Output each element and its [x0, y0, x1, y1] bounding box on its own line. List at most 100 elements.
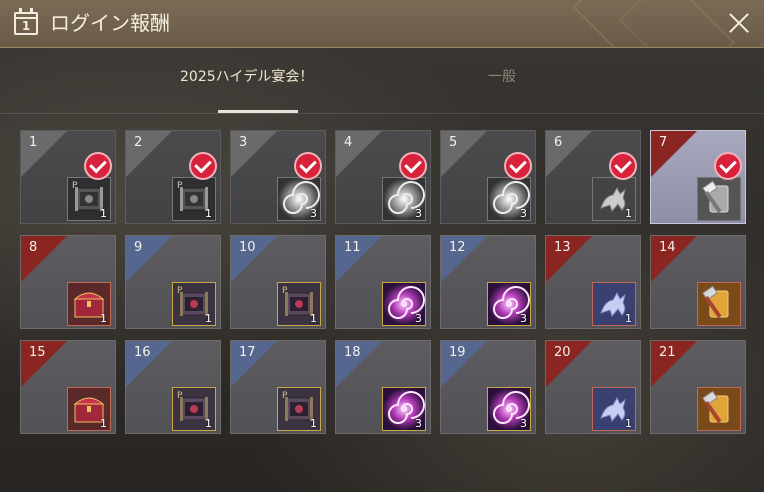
item-quantity: 1 — [100, 312, 107, 325]
spiral-orb-icon[interactable]: 3 — [487, 387, 531, 431]
day-corner-ribbon — [441, 131, 487, 177]
item-quantity: 3 — [415, 312, 422, 325]
item-quantity: 1 — [625, 417, 632, 430]
reward-day-16[interactable]: 16 P 1 — [125, 340, 221, 434]
item-quantity: 1 — [310, 417, 317, 430]
day-number: 4 — [344, 135, 353, 150]
item-quantity: 3 — [520, 312, 527, 325]
reward-day-4[interactable]: 43 — [335, 130, 431, 224]
reward-day-13[interactable]: 13 1 — [545, 235, 641, 329]
pegasus-icon[interactable]: 1 — [592, 387, 636, 431]
treasure-chest-icon[interactable]: 1 — [67, 282, 111, 326]
reward-day-18[interactable]: 18 3 — [335, 340, 431, 434]
item-quantity: 1 — [310, 312, 317, 325]
day-corner-ribbon — [126, 236, 172, 282]
day-number: 8 — [29, 240, 38, 255]
item-quantity: 1 — [100, 417, 107, 430]
calendar-icon: 1 — [14, 8, 38, 35]
day-number: 11 — [344, 240, 361, 255]
day-number: 6 — [554, 135, 563, 150]
tab-hiedel-banquet[interactable]: 2025ハイデル宴会！ — [180, 48, 340, 112]
day-number: 16 — [134, 345, 151, 360]
claimed-check-icon — [399, 152, 427, 180]
scroll-icon[interactable]: P1 — [172, 177, 216, 221]
day-corner-ribbon — [231, 131, 277, 177]
treasure-chest-icon[interactable]: 1 — [67, 387, 111, 431]
day-number: 20 — [554, 345, 571, 360]
day-corner-ribbon — [546, 131, 592, 177]
day-number: 17 — [239, 345, 256, 360]
reward-day-7[interactable]: 7 — [650, 130, 746, 224]
reward-day-15[interactable]: 15 1 — [20, 340, 116, 434]
day-corner-ribbon — [336, 131, 382, 177]
reward-day-9[interactable]: 9P1 — [125, 235, 221, 329]
svg-text:P: P — [282, 391, 288, 401]
calendar-ring — [30, 8, 33, 14]
day-corner-ribbon — [21, 236, 67, 282]
title-bar: 1 ログイン報酬 — [0, 0, 764, 48]
spiral-orb-icon[interactable]: 3 — [382, 282, 426, 326]
day-number: 10 — [239, 240, 256, 255]
reward-day-20[interactable]: 20 1 — [545, 340, 641, 434]
login-reward-window: 1 ログイン報酬 2025ハイデル宴会！ 一般 1P12P13343536178… — [0, 0, 764, 492]
scroll-icon[interactable]: P1 — [277, 387, 321, 431]
reward-day-5[interactable]: 53 — [440, 130, 536, 224]
reward-day-14[interactable]: 14 — [650, 235, 746, 329]
window-title: ログイン報酬 — [50, 11, 170, 35]
day-number: 5 — [449, 135, 458, 150]
day-number: 13 — [554, 240, 571, 255]
tab-general[interactable]: 一般 — [488, 48, 528, 112]
day-number: 15 — [29, 345, 46, 360]
day-number: 12 — [449, 240, 466, 255]
reward-day-17[interactable]: 17 P 1 — [230, 340, 326, 434]
reward-day-2[interactable]: 2 P1 — [125, 130, 221, 224]
reward-day-3[interactable]: 33 — [230, 130, 326, 224]
hammer-scroll-icon[interactable] — [697, 282, 741, 326]
svg-text:P: P — [177, 181, 183, 191]
item-quantity: 1 — [205, 417, 212, 430]
reward-day-21[interactable]: 21 — [650, 340, 746, 434]
hammer-scroll-icon[interactable] — [697, 177, 741, 221]
claimed-check-icon — [84, 152, 112, 180]
day-number: 9 — [134, 240, 143, 255]
day-number: 7 — [659, 135, 668, 150]
spiral-orb-icon[interactable]: 3 — [382, 177, 426, 221]
claimed-check-icon — [294, 152, 322, 180]
spiral-orb-icon[interactable]: 3 — [382, 387, 426, 431]
svg-text:P: P — [282, 286, 288, 296]
day-number: 21 — [659, 345, 676, 360]
svg-text:P: P — [177, 391, 183, 401]
scroll-icon[interactable]: P1 — [67, 177, 111, 221]
pegasus-icon[interactable]: 1 — [592, 282, 636, 326]
reward-day-10[interactable]: 10 P 1 — [230, 235, 326, 329]
claimed-check-icon — [609, 152, 637, 180]
scroll-icon[interactable]: P1 — [172, 387, 216, 431]
item-quantity: 1 — [625, 207, 632, 220]
day-number: 18 — [344, 345, 361, 360]
hammer-scroll-icon[interactable] — [697, 387, 741, 431]
scroll-icon[interactable]: P1 — [277, 282, 321, 326]
reward-day-6[interactable]: 61 — [545, 130, 641, 224]
spiral-orb-icon[interactable]: 3 — [277, 177, 321, 221]
item-quantity: 1 — [205, 312, 212, 325]
spiral-orb-icon[interactable]: 3 — [487, 177, 531, 221]
reward-day-12[interactable]: 12 3 — [440, 235, 536, 329]
item-quantity: 3 — [310, 207, 317, 220]
reward-day-1[interactable]: 1 P1 — [20, 130, 116, 224]
day-number: 14 — [659, 240, 676, 255]
scroll-icon[interactable]: P1 — [172, 282, 216, 326]
day-number: 2 — [134, 135, 143, 150]
item-quantity: 3 — [415, 417, 422, 430]
calendar-ring — [19, 8, 22, 14]
spiral-orb-icon[interactable]: 3 — [487, 282, 531, 326]
day-number: 1 — [29, 135, 38, 150]
item-quantity: 1 — [625, 312, 632, 325]
claimed-check-icon — [504, 152, 532, 180]
svg-text:P: P — [177, 286, 183, 296]
pegasus-icon[interactable]: 1 — [592, 177, 636, 221]
reward-day-19[interactable]: 19 3 — [440, 340, 536, 434]
close-icon[interactable] — [726, 10, 752, 36]
day-corner-ribbon — [21, 131, 67, 177]
reward-day-8[interactable]: 81 — [20, 235, 116, 329]
reward-day-11[interactable]: 11 3 — [335, 235, 431, 329]
